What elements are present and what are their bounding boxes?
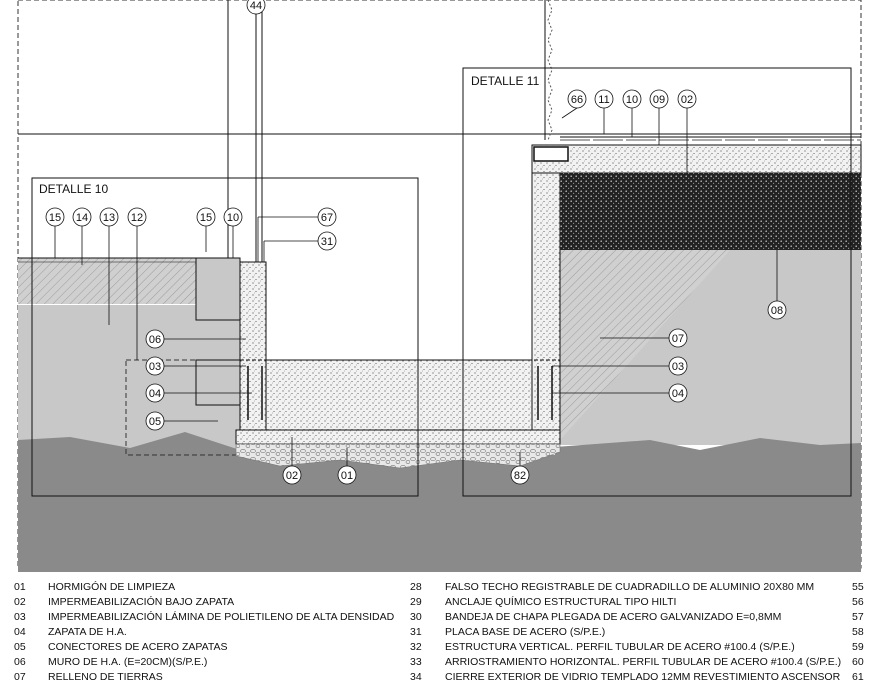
legend-row: 01 HORMIGÓN DE LIMPIEZA 28 FALSO TECHO R…: [0, 581, 879, 596]
legend-text: IMPERMEABILIZACIÓN BAJO ZAPATA: [48, 596, 235, 608]
legend-code: 02: [14, 596, 26, 608]
pit-slab: [239, 359, 561, 431]
tag-02-label: 02: [286, 470, 298, 482]
legend-code: 28: [410, 581, 422, 593]
legend-code: 61: [852, 671, 864, 683]
legend-text: ZAPATA DE H.A.: [48, 626, 127, 638]
tag-07-label: 07: [672, 333, 684, 345]
legend-code: 56: [852, 596, 864, 608]
right-slab-topping: [531, 144, 862, 174]
legend-row: 03 IMPERMEABILIZACIÓN LÁMINA DE POLIETIL…: [0, 611, 879, 626]
detail-10-title: DETALLE 10: [39, 182, 108, 196]
legend-text: ESTRUCTURA VERTICAL. PERFIL TUBULAR DE A…: [445, 641, 795, 653]
legend-code: 58: [852, 626, 864, 638]
tag-06-label: 06: [149, 334, 161, 346]
legend-code: 57: [852, 611, 864, 623]
tag-03-label: 03: [672, 361, 684, 373]
legend-code: 06: [14, 656, 26, 668]
legend-text: MURO DE H.A. (E=20CM)(S/P.E.): [48, 656, 208, 668]
legend-code: 60: [852, 656, 864, 668]
tag-44-label: 44: [250, 0, 262, 12]
base-layer: [235, 429, 561, 445]
gravel-layer: [235, 443, 561, 469]
tag-01-label: 01: [341, 470, 353, 482]
legend-code: 59: [852, 641, 864, 653]
retaining-wall-left: [195, 257, 241, 321]
hatched-earth-left: [18, 258, 196, 304]
tag-12-label: 12: [131, 212, 143, 224]
legend-code: 31: [410, 626, 422, 638]
legend-code: 33: [410, 656, 422, 668]
tag-15-label: 15: [200, 212, 212, 224]
legend-text: PLACA BASE DE ACERO (S/P.E.): [445, 626, 606, 638]
legend-code: 04: [14, 626, 26, 638]
legend-code: 34: [410, 671, 422, 683]
legend-text: HORMIGÓN DE LIMPIEZA: [48, 581, 176, 593]
legend-text: CONECTORES DE ACERO ZAPATAS: [48, 641, 228, 653]
legend-code: 32: [410, 641, 422, 653]
tag-82-label: 82: [514, 470, 526, 482]
legend-text: ARRIOSTRAMIENTO HORIZONTAL. PERFIL TUBUL…: [445, 656, 842, 668]
legend-code: 07: [14, 671, 26, 683]
construction-detail-drawing: DETALLE 10 DETALLE 11 44 66 11 10 09 02 …: [17, 0, 862, 572]
tag-02-label: 02: [681, 94, 693, 106]
tag-10-label: 10: [626, 94, 638, 106]
right-slab-dense: [560, 173, 861, 250]
legend-row: 02 IMPERMEABILIZACIÓN BAJO ZAPATA 29 ANC…: [0, 596, 879, 611]
tag-10-label: 10: [227, 212, 239, 224]
tag-14-label: 14: [76, 212, 88, 224]
legend-code: 05: [14, 641, 26, 653]
legend-row: 04 ZAPATA DE H.A. 31 PLACA BASE DE ACERO…: [0, 626, 879, 641]
tag-66-label: 66: [571, 94, 583, 106]
legend-text: BANDEJA DE CHAPA PLEGADA DE ACERO GALVAN…: [445, 611, 782, 623]
legend-row: 05 CONECTORES DE ACERO ZAPATAS 32 ESTRUC…: [0, 641, 879, 656]
tag-08-label: 08: [771, 305, 783, 317]
legend-code: 01: [14, 581, 26, 593]
tag-04-label: 04: [672, 388, 684, 400]
legend-text: ANCLAJE QUÍMICO ESTRUCTURAL TIPO HILTI: [445, 596, 677, 608]
legend-code: 55: [852, 581, 864, 593]
legend-text: IMPERMEABILIZACIÓN LÁMINA DE POLIETILENO…: [48, 611, 395, 623]
tag-04-label: 04: [149, 388, 161, 400]
tag-67-label: 67: [321, 212, 333, 224]
tag-31-label: 31: [321, 236, 333, 248]
tag-03-label: 03: [149, 361, 161, 373]
legend-code: 03: [14, 611, 26, 623]
legend-text: FALSO TECHO REGISTRABLE DE CUADRADILLO D…: [445, 581, 815, 593]
materials-legend: 01 HORMIGÓN DE LIMPIEZA 28 FALSO TECHO R…: [0, 577, 879, 684]
tag-05-label: 05: [149, 416, 161, 428]
detail-11-title: DETALLE 11: [471, 74, 540, 88]
legend-text: RELLENO DE TIERRAS: [48, 671, 163, 683]
tag-13-label: 13: [103, 212, 115, 224]
tag-09-label: 09: [653, 94, 665, 106]
tag-15-label: 15: [49, 212, 61, 224]
legend-code: 29: [410, 596, 422, 608]
legend-text: CIERRE EXTERIOR DE VIDRIO TEMPLADO 12MM …: [445, 671, 841, 683]
legend-row: 06 MURO DE H.A. (E=20CM)(S/P.E.) 33 ARRI…: [0, 656, 879, 671]
pit-wall-right: [531, 159, 561, 431]
legend-code: 30: [410, 611, 422, 623]
tag-11-label: 11: [598, 94, 609, 106]
